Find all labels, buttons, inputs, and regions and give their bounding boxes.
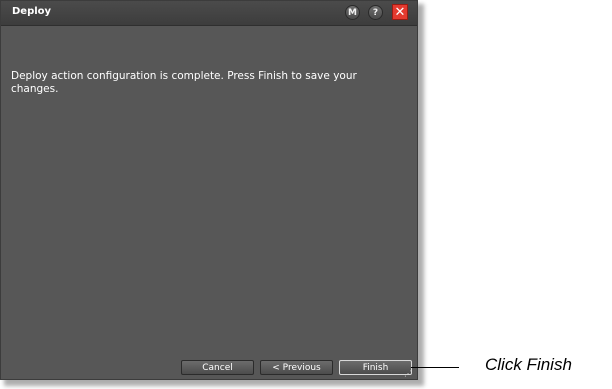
cancel-button[interactable]: Cancel — [181, 360, 254, 375]
dialog-title: Deploy — [12, 6, 52, 17]
previous-button[interactable]: < Previous — [260, 360, 333, 375]
close-icon[interactable]: ✕ — [392, 4, 408, 20]
callout-line — [411, 367, 459, 368]
help-icon[interactable]: ? — [368, 5, 383, 20]
finish-button[interactable]: Finish — [339, 360, 412, 375]
title-bar[interactable]: Deploy M ? ✕ — [1, 1, 417, 26]
completion-message: Deploy action configuration is complete.… — [11, 70, 357, 95]
deploy-dialog: Deploy M ? ✕ Deploy action configuration… — [0, 0, 418, 380]
resize-grip-icon[interactable]: ⋰ — [404, 370, 414, 380]
m-button[interactable]: M — [345, 5, 360, 20]
callout-label: Click Finish — [485, 355, 572, 374]
